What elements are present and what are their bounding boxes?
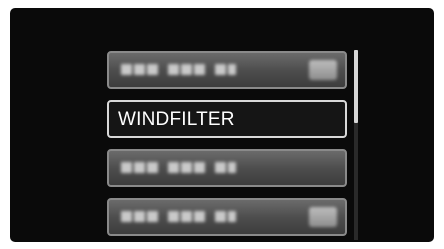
setting-icon [309, 60, 337, 80]
menu-item-blurred-3[interactable] [107, 198, 347, 236]
scrollbar-thumb[interactable] [354, 50, 358, 123]
camera-menu-screen: WINDFILTER [10, 8, 434, 242]
menu-item-blurred-1[interactable] [107, 51, 347, 89]
blurred-label [121, 211, 236, 222]
menu-item-label: WINDFILTER [118, 109, 235, 130]
scrollbar[interactable] [354, 50, 358, 240]
blurred-label [121, 162, 236, 173]
menu-item-blurred-2[interactable] [107, 149, 347, 187]
setting-icon [309, 207, 337, 227]
menu-item-windfilter[interactable]: WINDFILTER [107, 100, 347, 138]
blurred-label [121, 64, 236, 75]
